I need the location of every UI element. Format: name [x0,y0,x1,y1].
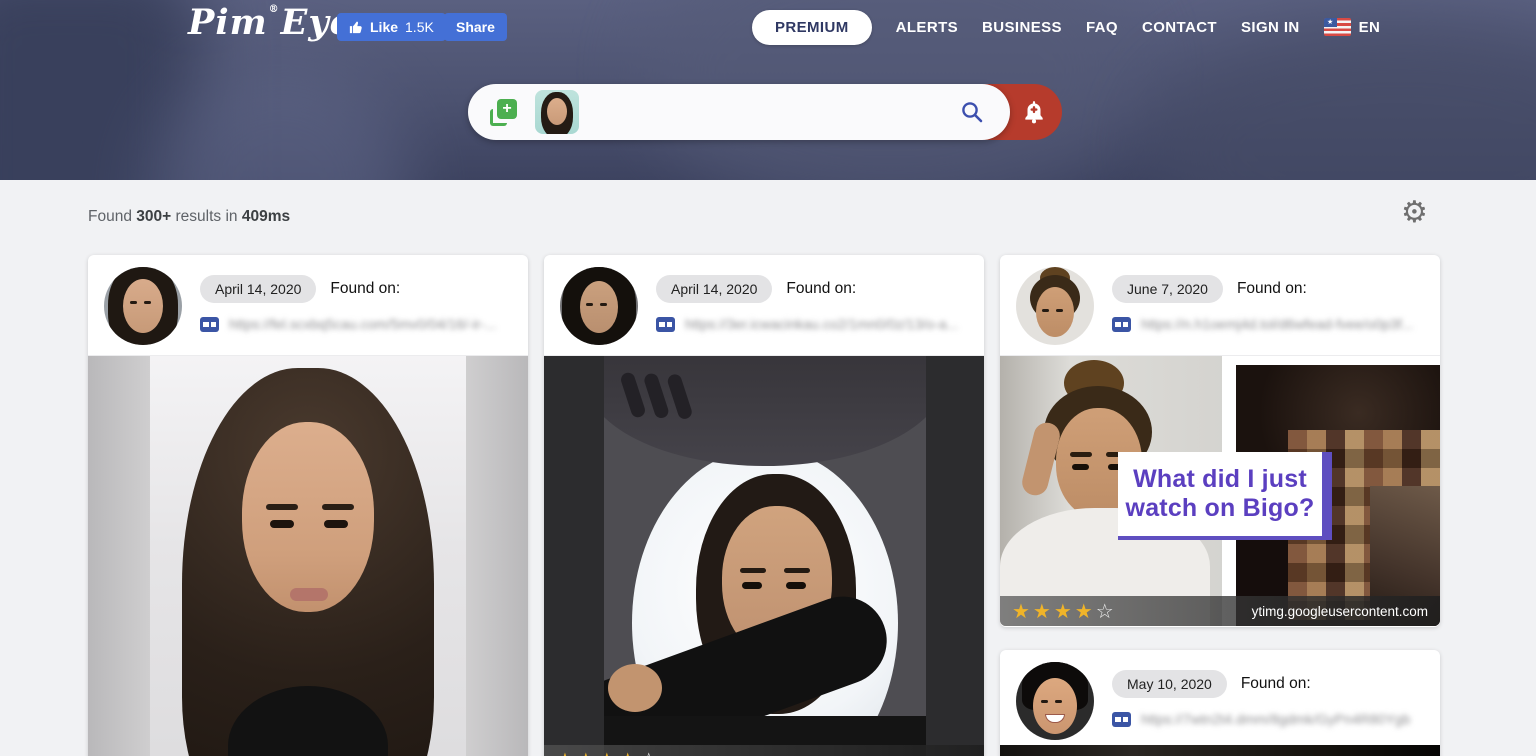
thumbnail-caption: What did I just watch on Bigo? [1118,452,1332,540]
found-on-label: Found on: [786,280,856,298]
website-icon [656,317,675,332]
results-summary: Found 300+ results in 409ms [88,208,290,226]
results-time: 409ms [242,208,290,225]
hero-header: Pim®Eyes Like1.5K Share PREMIUM ALERTS B… [0,0,1536,180]
nav-premium[interactable]: PREMIUM [752,10,872,45]
result-url-link[interactable]: https://7wtn2t4.dmm/8gdmk/GyPn4R80Ygb [1112,711,1410,727]
language-code: EN [1359,19,1381,36]
star-rating: ★★★★ [1012,601,1096,621]
washing-machine-art [604,356,926,756]
result-url: https://3er.icwacinkau.co2/1mn0/0z/13/o-… [685,316,958,332]
search-icon[interactable] [960,100,984,124]
result-card: May 10, 2020 Found on: https://7wtn2t4.d… [1000,650,1440,756]
thumbs-up-icon [349,20,363,34]
result-url: https://7wtn2t4.dmm/8gdmk/GyPn4R80Ygb [1141,711,1410,727]
facebook-share-button[interactable]: Share [444,13,507,41]
star-empty: ☆ [640,750,658,756]
nav-faq[interactable]: FAQ [1086,19,1118,36]
result-url-link[interactable]: https://n.h1oemj4d.tol/d6wfead-fvee/o0p3… [1112,316,1413,332]
source-domain: ytimg.googleusercontent.com [1252,604,1428,619]
result-card: June 7, 2020 Found on: https://n.h1oemj4… [1000,255,1440,627]
result-url: https://n.h1oemj4d.tol/d6wfead-fvee/o0p3… [1141,316,1413,332]
language-selector[interactable]: ★ EN [1324,18,1381,36]
result-card-header: April 14, 2020 Found on: https://fel.scx… [88,255,528,355]
result-date-badge: April 14, 2020 [200,275,316,303]
result-url-link[interactable]: https://3er.icwacinkau.co2/1mn0/0z/13/o-… [656,316,958,332]
result-card: April 14, 2020 Found on: https://3er.icw… [544,255,984,756]
main-nav: PREMIUM ALERTS BUSINESS FAQ CONTACT SIGN… [752,0,1380,54]
result-date-badge: May 10, 2020 [1112,670,1227,698]
result-face-thumbnail[interactable] [560,267,638,345]
result-date-badge: April 14, 2020 [656,275,772,303]
result-card-header: April 14, 2020 Found on: https://3er.icw… [544,255,984,355]
result-card: April 14, 2020 Found on: https://fel.scx… [88,255,528,756]
nav-contact[interactable]: CONTACT [1142,19,1217,36]
star-empty: ☆ [1096,601,1114,621]
registered-mark: ® [269,4,280,15]
settings-gear-icon[interactable]: ⚙ [1401,198,1428,228]
query-face-thumbnail[interactable] [535,90,579,134]
result-image[interactable]: What did I just watch on Bigo? ★★★★ ☆ yt… [1000,355,1440,626]
alert-bell-icon [1021,99,1047,125]
search-bar: + [468,84,1062,140]
portrait-art [150,356,466,756]
result-image[interactable]: ★★★★ ☆ [544,355,984,756]
star-rating: ★★★★ [556,750,640,756]
result-url-link[interactable]: https://fel.scxbq5cau.com/5mv0/04/16/-ir… [200,316,497,332]
result-card-header: June 7, 2020 Found on: https://n.h1oemj4… [1000,255,1440,355]
results-count: 300+ [136,208,171,225]
result-date-badge: June 7, 2020 [1112,275,1223,303]
website-icon [1112,712,1131,727]
result-card-header: May 10, 2020 Found on: https://7wtn2t4.d… [1000,650,1440,750]
rating-overlay: ★★★★ ☆ [544,745,984,756]
result-image[interactable] [88,355,528,756]
website-icon [1112,317,1131,332]
result-face-thumbnail[interactable] [1016,267,1094,345]
result-image[interactable] [1000,745,1440,756]
result-face-thumbnail[interactable] [1016,662,1094,740]
facebook-like-button[interactable]: Like1.5K [337,13,446,41]
found-on-label: Found on: [1241,675,1311,693]
found-on-label: Found on: [1237,280,1307,298]
result-url: https://fel.scxbq5cau.com/5mv0/04/16/-ir… [229,316,497,332]
search-input[interactable]: + [468,84,1010,140]
nav-alerts[interactable]: ALERTS [896,19,958,36]
found-on-label: Found on: [330,280,400,298]
result-face-thumbnail[interactable] [104,267,182,345]
rating-overlay: ★★★★ ☆ ytimg.googleusercontent.com [1000,596,1440,626]
nav-business[interactable]: BUSINESS [982,19,1062,36]
us-flag-icon: ★ [1324,18,1351,36]
website-icon [200,317,219,332]
nav-sign-in[interactable]: SIGN IN [1241,19,1300,36]
add-image-icon[interactable]: + [490,99,517,126]
